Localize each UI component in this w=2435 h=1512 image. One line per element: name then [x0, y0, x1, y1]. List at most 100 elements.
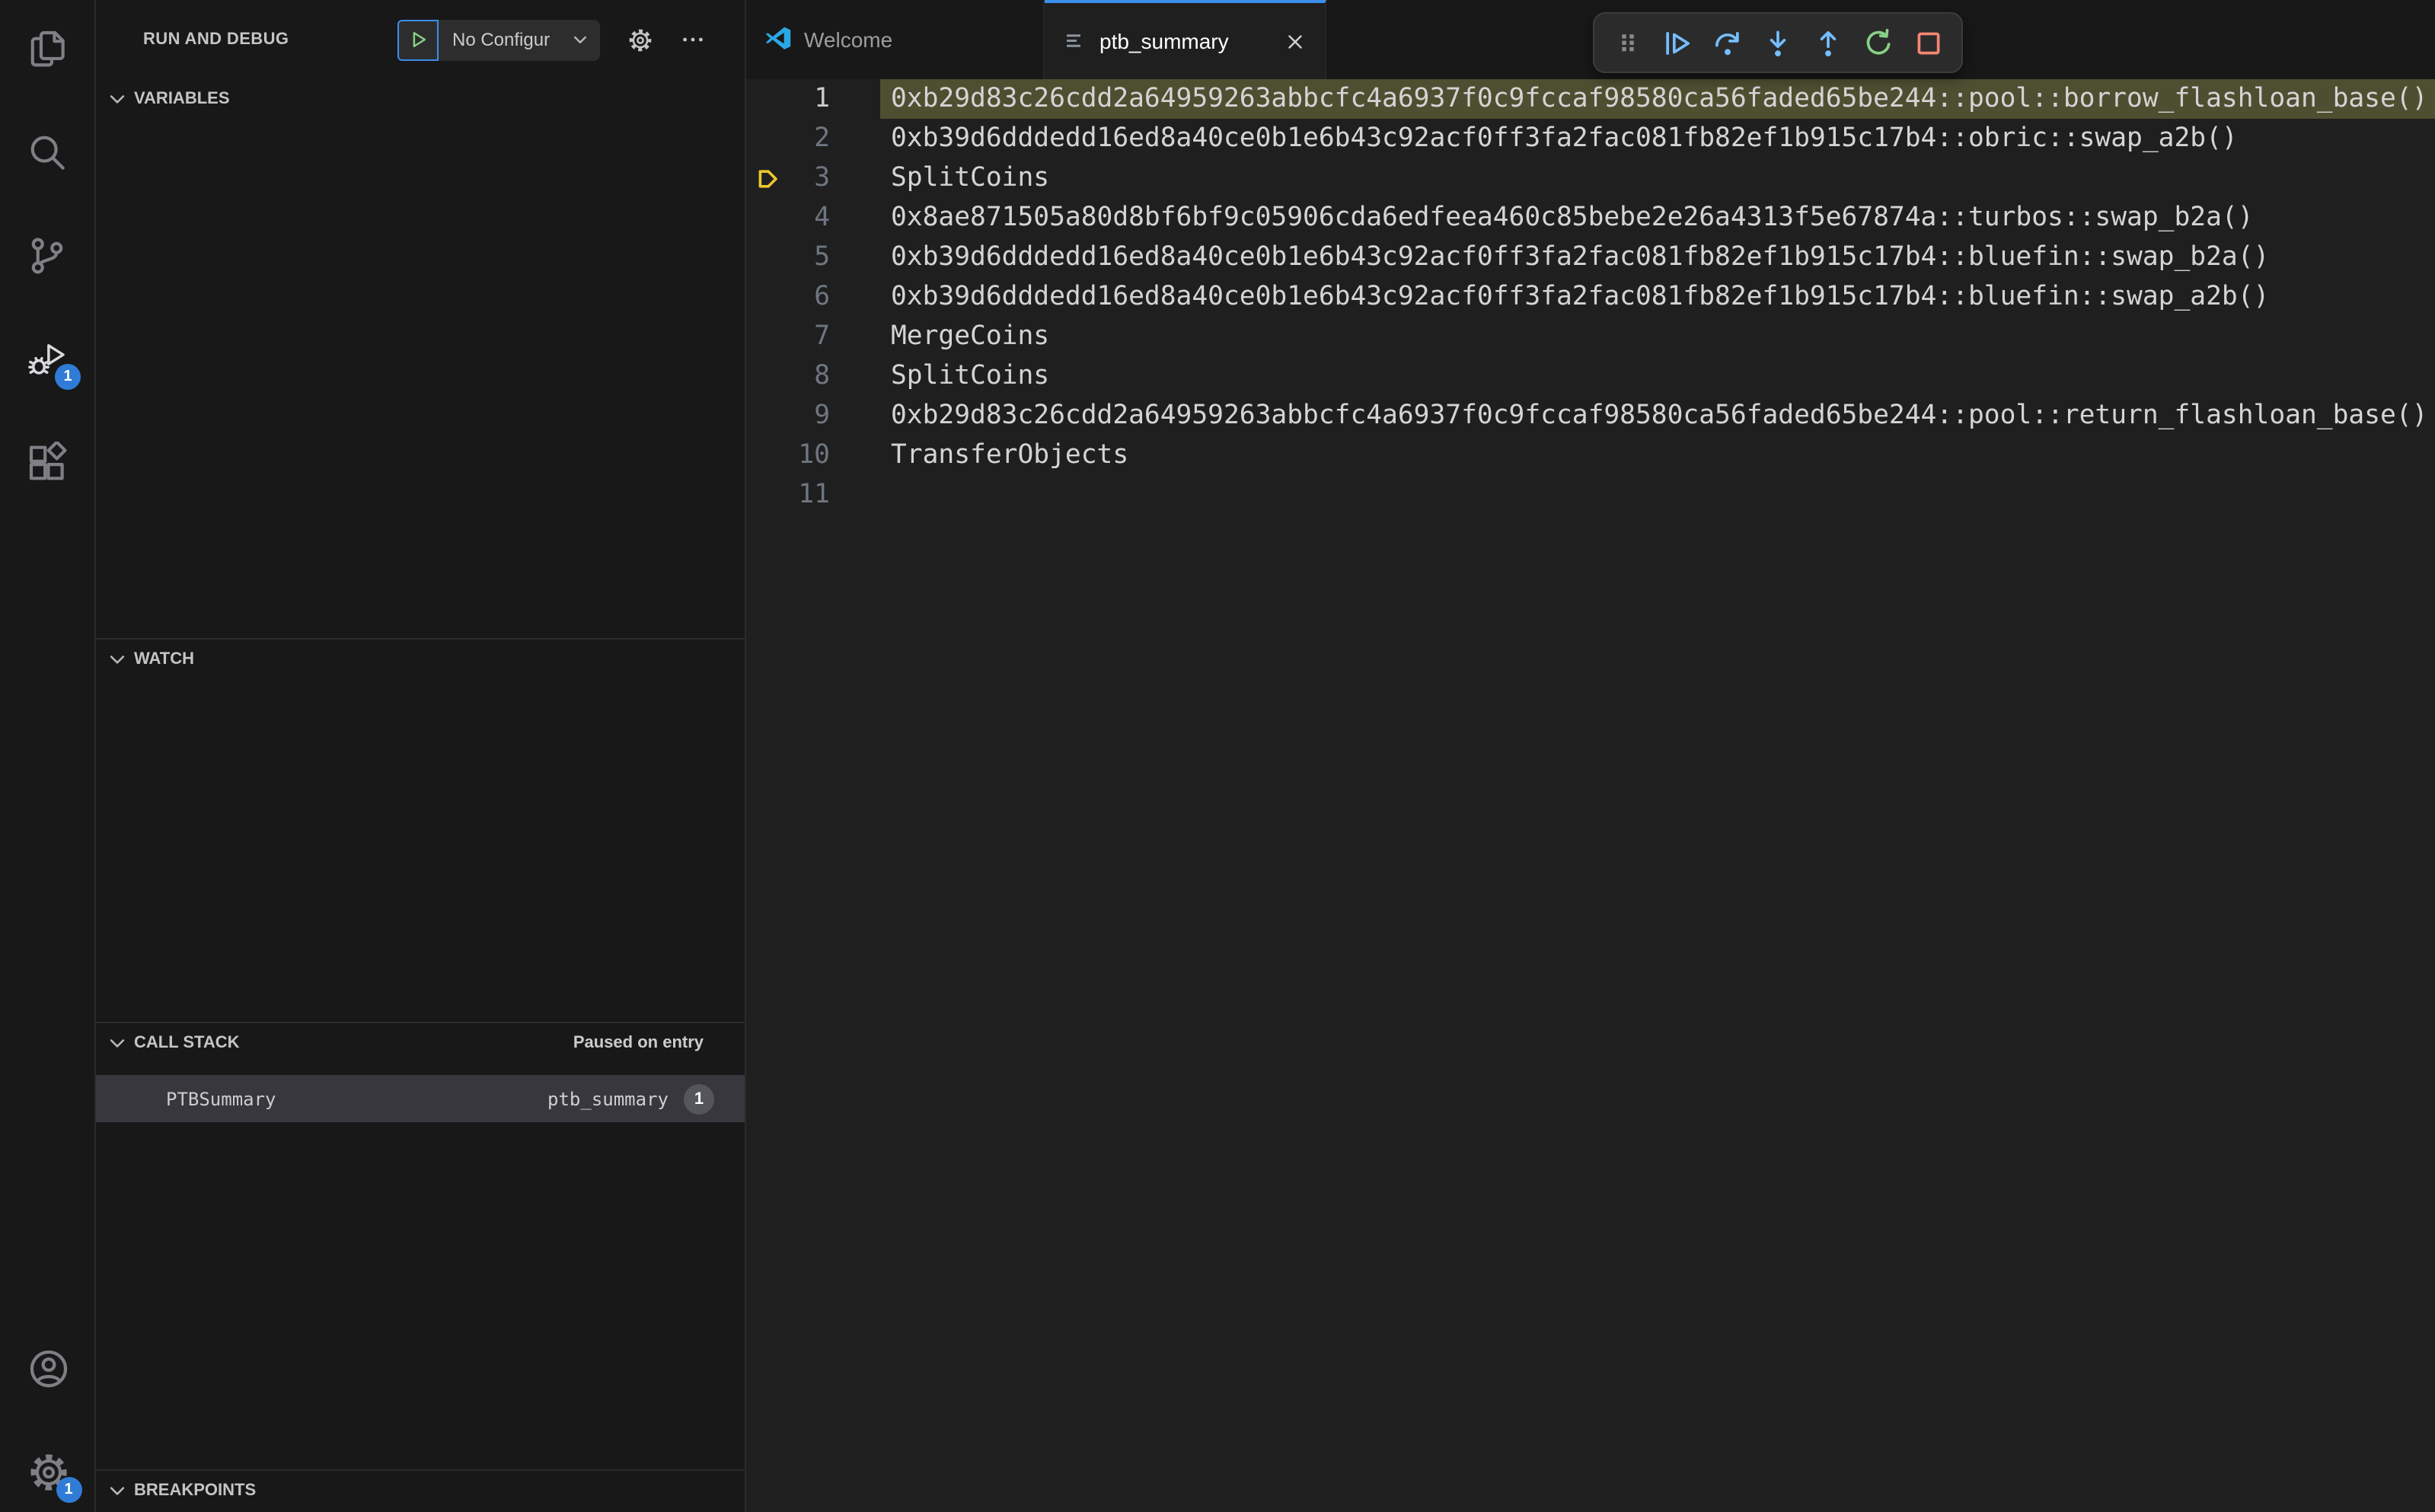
sidebar-header: RUN AND DEBUG No Configur — [96, 0, 745, 79]
line-number[interactable]: 10 — [746, 435, 830, 475]
account-icon — [27, 1348, 69, 1390]
restart-icon — [1862, 27, 1894, 59]
step-into-icon — [1762, 27, 1794, 59]
play-icon — [407, 29, 429, 50]
debug-configuration-label: No Configur — [452, 29, 551, 50]
code-line[interactable]: 7 MergeCoins — [746, 317, 2435, 356]
step-out-button[interactable] — [1803, 17, 1853, 69]
variables-section-header[interactable]: VARIABLES — [96, 79, 745, 117]
code-line[interactable]: 8 SplitCoins — [746, 356, 2435, 396]
watch-section: WATCH — [96, 638, 745, 1022]
line-text: 0xb39d6dddedd16ed8a40ce0b1e6b43c92acf0ff… — [891, 123, 2238, 154]
run-and-debug-sidebar: RUN AND DEBUG No Configur VARIABLES WATC… — [96, 0, 746, 1512]
call-stack-section-label: CALL STACK — [134, 1033, 240, 1051]
line-number[interactable]: 11 — [746, 475, 830, 515]
breakpoints-section-label: BREAKPOINTS — [134, 1481, 257, 1499]
step-over-icon — [1712, 27, 1744, 59]
stop-icon — [1913, 27, 1945, 59]
variables-section: VARIABLES — [96, 79, 745, 638]
accounts-button[interactable] — [27, 1348, 69, 1390]
watch-section-label: WATCH — [134, 649, 195, 668]
editor-tab-bar: Welcome ptb_summary — [746, 0, 2435, 79]
line-number[interactable]: 8 — [746, 356, 830, 396]
pause-reason-status: Paused on entry — [573, 1033, 704, 1051]
code-line[interactable]: 9 0xb29d83c26cdd2a64959263abbcfc4a6937f0… — [746, 396, 2435, 435]
extensions-icon — [26, 442, 69, 484]
chevron-down-icon — [107, 648, 128, 669]
sidebar-item-search[interactable] — [26, 131, 69, 174]
chevron-down-icon — [107, 88, 128, 109]
vscode-window: 1 1 RUN AND DEBUG No Configur VARIABLES … — [0, 0, 2435, 1512]
line-text: 0xb29d83c26cdd2a64959263abbcfc4a6937f0c9… — [891, 400, 2428, 431]
line-text: 0xb39d6dddedd16ed8a40ce0b1e6b43c92acf0ff… — [891, 282, 2270, 312]
debug-configuration-dropdown[interactable]: No Configur — [439, 19, 600, 60]
code-line[interactable]: 3 SplitCoins — [746, 158, 2435, 198]
line-text: 0x8ae871505a80d8bf6bf9c05906cda6edfeea46… — [891, 203, 2254, 233]
search-icon — [26, 131, 69, 174]
line-number[interactable]: 6 — [746, 277, 830, 317]
line-text: 0xb29d83c26cdd2a64959263abbcfc4a6937f0c9… — [891, 84, 2428, 114]
stack-frame-row[interactable]: PTBSummary ptb_summary 1 — [96, 1075, 745, 1122]
continue-icon — [1661, 27, 1693, 59]
breakpoints-section: BREAKPOINTS — [96, 1469, 745, 1512]
tab-welcome[interactable]: Welcome — [746, 0, 1045, 79]
chevron-down-icon — [571, 30, 589, 49]
file-list-icon — [1063, 29, 1087, 53]
sidebar-item-extensions[interactable] — [26, 442, 69, 484]
start-debugging-button[interactable] — [397, 19, 439, 60]
step-into-button[interactable] — [1753, 17, 1803, 69]
continue-button[interactable] — [1652, 17, 1703, 69]
code-editor[interactable]: 1 0xb29d83c26cdd2a64959263abbcfc4a6937f0… — [746, 79, 2435, 1512]
line-text: SplitCoins — [891, 361, 1050, 391]
code-line[interactable]: 4 0x8ae871505a80d8bf6bf9c05906cda6edfeea… — [746, 198, 2435, 238]
debug-toolbar — [1593, 12, 1963, 73]
watch-section-header[interactable]: WATCH — [96, 640, 745, 678]
toolbar-drag-handle[interactable] — [1602, 17, 1652, 69]
sidebar-title: RUN AND DEBUG — [143, 30, 289, 49]
line-text: MergeCoins — [891, 321, 1050, 352]
tab-welcome-label: Welcome — [804, 27, 893, 52]
restart-button[interactable] — [1853, 17, 1904, 69]
vscode-logo-icon — [764, 26, 792, 53]
source-control-icon — [26, 234, 69, 277]
editor-area: Welcome ptb_summary 1 0xb29d83c26cdd2a64… — [746, 0, 2435, 1512]
current-statement-pointer-icon — [755, 86, 914, 270]
line-text: TransferObjects — [891, 440, 1129, 471]
code-line[interactable]: 2 0xb39d6dddedd16ed8a40ce0b1e6b43c92acf0… — [746, 119, 2435, 158]
activity-bar: 1 1 — [0, 0, 96, 1512]
step-out-icon — [1812, 27, 1844, 59]
code-line[interactable]: 6 0xb39d6dddedd16ed8a40ce0b1e6b43c92acf0… — [746, 277, 2435, 317]
files-icon — [26, 27, 69, 70]
call-stack-section-header[interactable]: CALL STACK Paused on entry — [96, 1023, 745, 1061]
code-line[interactable]: 5 0xb39d6dddedd16ed8a40ce0b1e6b43c92acf0… — [746, 238, 2435, 277]
tab-ptb-summary[interactable]: ptb_summary — [1045, 0, 1326, 79]
step-over-button[interactable] — [1703, 17, 1753, 69]
close-icon[interactable] — [1284, 30, 1307, 53]
sidebar-item-source-control[interactable] — [26, 234, 69, 277]
code-line[interactable]: 11 — [746, 475, 2435, 515]
line-number[interactable]: 9 — [746, 396, 830, 435]
settings-button[interactable]: 1 — [27, 1451, 81, 1503]
breakpoints-section-header[interactable]: BREAKPOINTS — [96, 1471, 745, 1509]
stop-button[interactable] — [1904, 17, 1954, 69]
line-text: SplitCoins — [891, 163, 1050, 193]
settings-count-badge: 1 — [56, 1477, 81, 1503]
sidebar-item-explorer[interactable] — [26, 27, 69, 70]
tab-ptb-summary-label: ptb_summary — [1099, 29, 1229, 53]
stack-frame-source: ptb_summary — [547, 1088, 669, 1109]
stack-frame-name: PTBSummary — [166, 1088, 276, 1109]
launch-control: No Configur — [397, 19, 600, 60]
debug-count-badge: 1 — [55, 364, 81, 390]
line-number[interactable]: 7 — [746, 317, 830, 356]
line-text: 0xb39d6dddedd16ed8a40ce0b1e6b43c92acf0ff… — [891, 242, 2270, 273]
code-line[interactable]: 10 TransferObjects — [746, 435, 2435, 475]
chevron-down-icon — [107, 1479, 128, 1501]
sidebar-item-run-and-debug[interactable]: 1 — [26, 338, 81, 390]
variables-section-label: VARIABLES — [134, 89, 230, 107]
debug-settings-gear-button[interactable] — [627, 27, 653, 53]
call-stack-section: CALL STACK Paused on entry PTBSummary pt… — [96, 1022, 745, 1469]
activity-bar-bottom: 1 — [0, 1348, 96, 1503]
code-line[interactable]: 1 0xb29d83c26cdd2a64959263abbcfc4a6937f0… — [746, 79, 2435, 187]
views-more-actions-button[interactable] — [681, 27, 705, 52]
chevron-down-icon — [107, 1032, 128, 1053]
